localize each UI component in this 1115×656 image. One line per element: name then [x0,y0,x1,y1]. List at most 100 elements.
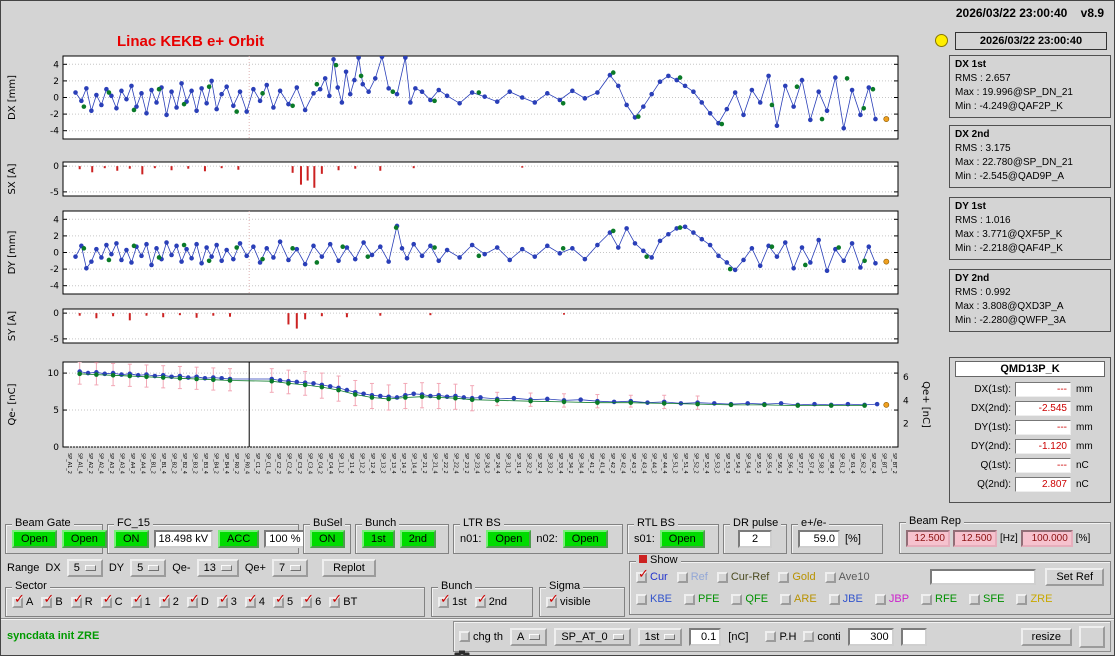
extra-input[interactable] [900,627,927,646]
epe-ratio-field[interactable]: 59.0 [798,530,840,548]
x-tick-label: SP_55_4 [766,453,772,474]
bunch-select[interactable]: 1st [637,627,683,646]
x-tick-label: SP_21_4 [432,453,438,474]
busel-on-button[interactable]: ON [310,530,345,548]
show-checkbox-kbe[interactable]: KBE [636,593,672,605]
monitor-row-unit: nC [1076,460,1089,471]
monitor-readouts: DX(1st): --- mm DX(2nd): -2.545 mm DY(1st): ---… [955,380,1105,494]
range-dx-select[interactable]: 5 [66,559,103,577]
sector-checkbox-4[interactable]: ✓ 4 [244,592,265,608]
sector-checkbox-c[interactable]: ✓ C [100,592,123,608]
show-checkbox-zre[interactable]: ZRE [1016,593,1052,605]
show-checkbox-rfe[interactable]: RFE [921,593,957,605]
show-checkbox-gold[interactable]: Gold [778,571,816,583]
sigma-checkbox-visible[interactable]: ✓ visible [546,592,591,608]
bunch-checkbox-1st[interactable]: ✓ 1st [438,592,467,608]
count-input[interactable] [847,627,894,646]
screenshot-button[interactable] [454,625,1105,655]
show-checkbox-cur-ref[interactable]: Cur-Ref [716,571,769,583]
conti-checkbox[interactable]: conti [803,631,841,643]
monitor-row-value: --- [1015,382,1071,397]
replot-button[interactable]: Replot [322,559,376,577]
checkbox-label: R [84,596,93,608]
stats-dx-1st: DX 1st RMS : 2.657 Max : 19.996@SP_DN_21… [949,55,1111,118]
x-tick-label: SP_41_2 [588,453,594,474]
svg-text:-4: -4 [50,127,59,137]
show-checkbox-ref[interactable]: Ref [676,571,708,583]
beam-rep-value-2[interactable]: 12.500 [953,529,997,547]
fc15-acc-button[interactable]: ACC [218,530,260,548]
bunch-checkbox-2nd[interactable]: ✓ 2nd [474,592,507,608]
fc15-on-button[interactable]: ON [114,530,149,548]
n01-open-button[interactable]: Open [486,530,532,548]
check-mark: ✓ [218,590,230,606]
check-mark: ✓ [14,590,25,606]
threshold-input[interactable] [689,627,722,646]
n02-open-button[interactable]: Open [562,530,608,548]
sector-checkbox-a[interactable]: ✓ A [12,592,33,608]
svg-text:4: 4 [53,60,59,70]
beam-gate-open-2-button[interactable]: Open [61,530,107,548]
sector-checkbox-r[interactable]: ✓ R [70,592,93,608]
set-ref-button[interactable]: Set Ref [1045,568,1104,586]
checkbox-label: KBE [650,593,673,605]
x-tick-label: SP_14_2 [400,453,406,474]
monitor-select[interactable]: SP_AT_0 [554,627,631,646]
x-tick-label: SP_B4_2 [212,453,218,474]
sector-checkbox-1[interactable]: ✓ 1 [130,592,151,608]
svg-text:0: 0 [53,162,59,172]
sector-checkbox-bt[interactable]: ✓ BT [329,592,357,608]
check-mark: ✓ [303,590,315,606]
dr-pulse-field[interactable]: 2 [738,530,772,548]
monitor-row-value: 2.807 [1015,477,1071,492]
ph-label: P.H [779,630,797,643]
stats-dy-1st: DY 1st RMS : 1.016 Max : 3.771@QXF5P_K M… [949,197,1111,260]
x-tick-label: SP_57_2 [797,453,803,474]
sector-checkbox-2[interactable]: ✓ 2 [158,592,179,608]
svg-text:2: 2 [53,232,59,242]
show-checkbox-are[interactable]: ARE [780,593,817,605]
sector-select[interactable]: A [509,627,548,646]
show-checkbox-cur[interactable]: ✓ Cur [636,567,668,583]
sector-checkbox-5[interactable]: ✓ 5 [273,592,293,608]
checkbox-box: ✓ [244,592,258,608]
show-checkbox-jbp[interactable]: JBP [874,593,909,605]
svg-text:6: 6 [903,373,909,383]
beam-rep-value-1[interactable]: 12.500 [906,529,950,547]
checkbox-box [969,593,981,605]
ph-checkbox[interactable]: P.H [765,631,796,643]
chg-th-checkbox[interactable]: chg th [459,631,503,643]
show-checkbox-jbe[interactable]: JBE [828,593,863,605]
checkbox-box [684,593,696,605]
show-checkbox-qfe[interactable]: QFE [731,593,768,605]
monitor-name[interactable]: QMD13P_K [955,361,1105,377]
show-checkbox-sfe[interactable]: SFE [969,593,1004,605]
range-dy-select[interactable]: 5 [130,559,167,577]
x-tick-label: SP_23_2 [463,453,469,474]
bunch-2nd-button[interactable]: 2nd [399,530,437,548]
epe-ratio-label: e+/e- [798,517,830,529]
range-qep-select[interactable]: 7 [271,559,309,577]
stats-rms: RMS : 1.016 [955,215,1011,226]
set-ref-input[interactable] [930,569,1037,585]
show-checkbox-pfe[interactable]: PFE [684,593,719,605]
x-tick-label: SP_43_4 [640,453,646,474]
show-checkbox-ave10[interactable]: Ave10 [824,571,870,583]
fc15-kv-field[interactable]: 18.498 kV [153,530,214,548]
bunch-1st-button[interactable]: 1st [362,530,395,548]
epe-ratio-unit: [%] [845,533,861,545]
beam-gate-open-1-button[interactable]: Open [12,530,57,548]
resize-button[interactable]: resize [1020,627,1072,646]
s01-open-button[interactable]: Open [659,530,705,548]
checkbox-box [1016,593,1028,605]
sector-checkbox-b[interactable]: ✓ B [41,592,63,608]
check-mark: ✓ [548,590,559,606]
orbit-monitor-window: 2026/03/22 23:00:40 v8.9 Linac KEKB e+ O… [0,0,1115,656]
x-tick-label: SP_43_2 [630,453,636,474]
sector-checkbox-3[interactable]: ✓ 3 [216,592,237,608]
range-qem-select[interactable]: 13 [196,559,239,577]
beam-rep-percent[interactable]: 100.000 [1020,529,1073,547]
sector-checkbox-6[interactable]: ✓ 6 [301,592,321,608]
sector-checkbox-d[interactable]: ✓ D [186,592,209,608]
fc15-percent-field[interactable]: 100 % [264,530,306,548]
